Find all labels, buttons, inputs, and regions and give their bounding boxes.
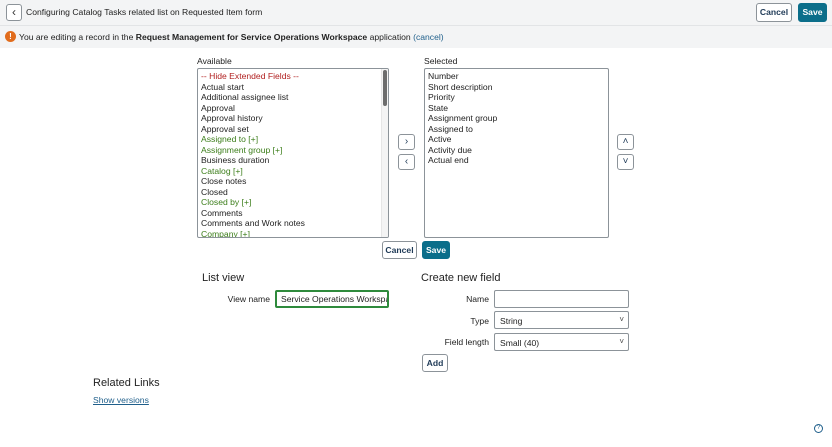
available-option[interactable]: Assignment group [+] [201, 145, 385, 156]
available-option[interactable]: Approval set [201, 124, 385, 135]
scrollbar-thumb[interactable] [383, 70, 387, 106]
chevron-left-icon: ‹ [404, 156, 409, 167]
move-down-button[interactable]: ˅ [617, 154, 634, 170]
list-view-title: List view [202, 272, 245, 284]
field-length-select[interactable]: Small (40) ˅ [494, 333, 629, 351]
show-versions-link[interactable]: Show versions [93, 395, 149, 405]
back-button[interactable]: ‹ [6, 4, 22, 21]
selected-option[interactable]: Short description [428, 82, 605, 93]
notice-cancel-link[interactable]: (cancel) [413, 32, 444, 42]
available-option[interactable]: Approval [201, 103, 385, 114]
chevron-down-icon: ˅ [619, 337, 624, 346]
selected-label: Selected [424, 56, 458, 66]
chevron-down-icon: ˅ [622, 156, 629, 167]
header-save-button[interactable]: Save [798, 3, 827, 22]
chevron-left-icon: ‹ [12, 5, 16, 19]
related-links-title: Related Links [93, 377, 160, 389]
selected-option[interactable]: Actual end [428, 155, 605, 166]
list-save-button[interactable]: Save [422, 241, 450, 259]
available-option[interactable]: Close notes [201, 176, 385, 187]
add-field-button[interactable]: Add [422, 354, 448, 372]
selected-list[interactable]: Number Short description Priority State Assi… [424, 68, 609, 238]
add-to-selected-button[interactable]: › [398, 134, 415, 150]
chevron-up-icon: ˄ [622, 136, 629, 147]
available-option[interactable]: Closed by [+] [201, 197, 385, 208]
available-option[interactable]: Comments [201, 208, 385, 219]
available-option[interactable]: Catalog [+] [201, 166, 385, 177]
available-option[interactable]: Comments and Work notes [201, 218, 385, 229]
available-option[interactable]: Approval history [201, 113, 385, 124]
create-field-title: Create new field [421, 272, 501, 284]
name-label: Name [466, 294, 489, 304]
selected-option[interactable]: Assigned to [428, 124, 605, 135]
warning-icon: ! [5, 31, 16, 42]
view-name-label: View name [227, 294, 270, 304]
type-select[interactable]: String ˅ [494, 311, 629, 329]
page-title: Configuring Catalog Tasks related list o… [26, 7, 263, 17]
help-icon[interactable]: ? [814, 424, 823, 433]
view-name-field[interactable]: Service Operations Workspace [275, 290, 389, 308]
move-up-button[interactable]: ˄ [617, 134, 634, 150]
available-option[interactable]: Assigned to [+] [201, 134, 385, 145]
chevron-right-icon: › [404, 136, 409, 147]
available-label: Available [197, 56, 232, 66]
application-name: Request Management for Service Operation… [135, 32, 368, 42]
application-notice: ! You are editing a record in the Reques… [0, 26, 832, 48]
selected-option[interactable]: Active [428, 134, 605, 145]
remove-from-selected-button[interactable]: ‹ [398, 154, 415, 170]
selected-option[interactable]: Assignment group [428, 113, 605, 124]
form-header: ‹ Configuring Catalog Tasks related list… [0, 0, 832, 26]
available-list[interactable]: -- Hide Extended Fields -- Actual start Ad… [197, 68, 389, 238]
list-cancel-button[interactable]: Cancel [382, 241, 417, 259]
type-label: Type [470, 316, 489, 326]
selected-option[interactable]: Priority [428, 92, 605, 103]
available-option[interactable]: Business duration [201, 155, 385, 166]
available-scrollbar[interactable] [381, 69, 388, 237]
selected-option[interactable]: Number [428, 71, 605, 82]
available-option[interactable]: -- Hide Extended Fields -- [201, 71, 385, 82]
available-option[interactable]: Closed [201, 187, 385, 198]
available-option[interactable]: Additional assignee list [201, 92, 385, 103]
chevron-down-icon: ˅ [619, 315, 624, 324]
header-cancel-button[interactable]: Cancel [756, 3, 792, 22]
available-option[interactable]: Company [+] [201, 229, 385, 238]
field-length-label: Field length [444, 337, 489, 347]
available-option[interactable]: Actual start [201, 82, 385, 93]
notice-message: You are editing a record in the Request … [19, 32, 444, 42]
name-field[interactable] [494, 290, 629, 308]
selected-option[interactable]: State [428, 103, 605, 114]
selected-option[interactable]: Activity due [428, 145, 605, 156]
